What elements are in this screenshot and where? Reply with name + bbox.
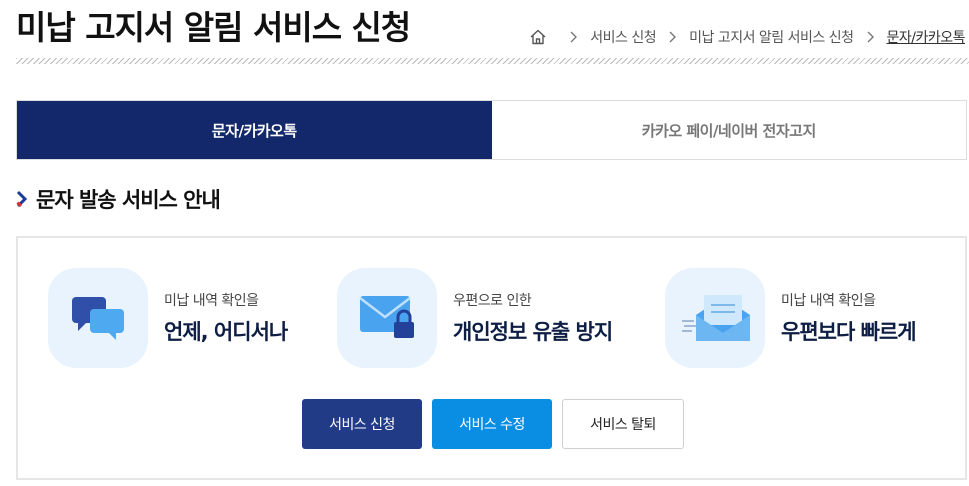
breadcrumb-item-notice-alert[interactable]: 미납 고지서 알림 서비스 신청	[689, 27, 854, 47]
service-apply-button[interactable]: 서비스 신청	[302, 399, 422, 449]
feature-subtitle: 우편으로 인한	[453, 293, 532, 309]
locked-envelope-icon	[337, 268, 437, 368]
tab-bar: 문자/카카오톡 카카오 페이/네이버 전자고지	[16, 100, 967, 160]
chevron-right-icon	[669, 31, 677, 43]
service-modify-button[interactable]: 서비스 수정	[432, 399, 552, 449]
chevron-right-icon	[867, 31, 874, 43]
feature-title: 개인정보 유출 방지	[453, 320, 613, 344]
home-icon[interactable]	[529, 28, 547, 46]
feature-title: 언제, 어디서나	[164, 320, 288, 344]
feature-anytime: 미납 내역 확인을 언제, 어디서나	[48, 268, 288, 368]
title-divider	[16, 58, 969, 64]
feature-privacy: 우편으로 인한 개인정보 유출 방지	[337, 268, 613, 368]
page-title: 미납 고지서 알림 서비스 신청	[16, 8, 411, 47]
fast-mail-icon	[665, 268, 765, 368]
breadcrumb-item-service-apply[interactable]: 서비스 신청	[590, 27, 656, 47]
service-withdraw-button[interactable]: 서비스 탈퇴	[562, 399, 684, 449]
feature-faster: 미납 내역 확인을 우편보다 빠르게	[665, 268, 917, 368]
chevron-right-icon	[570, 31, 578, 43]
feature-subtitle: 미납 내역 확인을	[164, 293, 259, 309]
feature-subtitle: 미납 내역 확인을	[781, 293, 876, 309]
breadcrumb-item-current[interactable]: 문자/카카오톡	[887, 27, 966, 47]
service-info-card: 미납 내역 확인을 언제, 어디서나 우편으로 인한 개인정보 유출 방지 미납…	[16, 236, 967, 480]
tab-sms-kakaotalk[interactable]: 문자/카카오톡	[17, 101, 492, 159]
breadcrumb: 서비스 신청 미납 고지서 알림 서비스 신청 문자/카카오톡	[529, 27, 965, 47]
section-heading: 문자 발송 서비스 안내	[16, 184, 221, 214]
feature-title: 우편보다 빠르게	[781, 320, 917, 344]
chat-bubbles-icon	[48, 268, 148, 368]
tab-kakaopay-naver[interactable]: 카카오 페이/네이버 전자고지	[491, 101, 966, 159]
section-title: 문자 발송 서비스 안내	[36, 188, 221, 212]
section-chevron-icon	[16, 190, 28, 208]
action-buttons: 서비스 신청 서비스 수정 서비스 탈퇴	[18, 399, 965, 449]
